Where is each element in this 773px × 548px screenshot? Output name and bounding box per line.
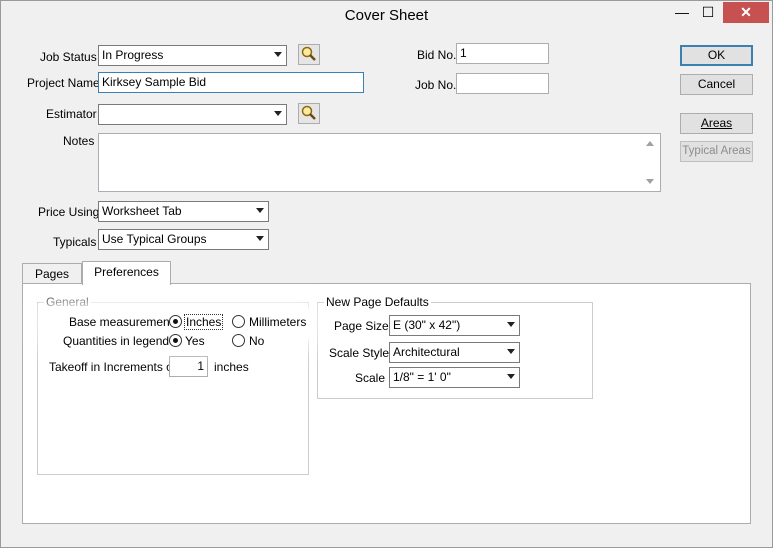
price-using-label: Price Using: [38, 205, 100, 219]
magnifier-icon: [301, 46, 316, 61]
chevron-down-icon: [507, 322, 515, 327]
quantities-yes-label[interactable]: Yes: [185, 334, 205, 348]
typical-areas-button[interactable]: Typical Areas: [680, 141, 753, 162]
notes-textarea[interactable]: [98, 133, 661, 192]
bid-no-input[interactable]: 1: [456, 43, 549, 64]
job-status-lookup-button[interactable]: [298, 44, 320, 65]
title-bar[interactable]: Cover Sheet — ☐ ✕: [1, 1, 772, 32]
chevron-down-icon: [274, 52, 282, 57]
quantities-no-radio[interactable]: [232, 334, 245, 347]
job-status-value: In Progress: [102, 48, 164, 62]
scale-dropdown[interactable]: 1/8" = 1' 0": [389, 367, 520, 388]
quantities-no-label[interactable]: No: [249, 334, 264, 348]
typicals-value: Use Typical Groups: [102, 232, 207, 246]
page-defaults-group-title: New Page Defaults: [324, 295, 431, 309]
scale-style-label: Scale Style: [329, 346, 390, 360]
maximize-button[interactable]: ☐: [695, 2, 721, 23]
page-size-dropdown[interactable]: E (30" x 42"): [389, 315, 520, 336]
scale-style-value: Architectural: [393, 345, 460, 359]
page-size-label: Page Size: [334, 319, 389, 333]
project-name-input[interactable]: Kirksey Sample Bid: [98, 72, 364, 93]
job-status-dropdown[interactable]: In Progress: [98, 45, 287, 66]
estimator-lookup-button[interactable]: [298, 103, 320, 124]
chevron-down-icon: [256, 236, 264, 241]
notes-label: Notes: [63, 134, 95, 148]
close-button[interactable]: ✕: [723, 2, 769, 23]
scale-value: 1/8" = 1' 0": [393, 370, 451, 384]
quantities-yes-radio[interactable]: [169, 334, 182, 347]
base-measurement-label: Base measurement:: [69, 315, 177, 329]
scroll-down-icon[interactable]: [646, 179, 654, 184]
scale-style-dropdown[interactable]: Architectural: [389, 342, 520, 363]
inches-radio[interactable]: [169, 315, 182, 328]
window-title: Cover Sheet: [344, 7, 429, 24]
job-no-input[interactable]: [456, 73, 549, 94]
project-name-label: Project Name: [27, 76, 100, 90]
scale-label: Scale: [355, 371, 386, 385]
inches-radio-label[interactable]: Inches: [183, 314, 224, 330]
chevron-down-icon: [256, 208, 264, 213]
tab-pages[interactable]: Pages: [22, 263, 82, 285]
cancel-button[interactable]: Cancel: [680, 74, 753, 95]
magnifier-icon: [301, 105, 316, 120]
chevron-down-icon: [507, 374, 515, 379]
takeoff-increment-input[interactable]: 1: [169, 356, 208, 377]
page-defaults-group: New Page Defaults Page Size E (30" x 42"…: [317, 295, 593, 399]
typicals-label: Typicals: [53, 235, 97, 249]
bid-no-label: Bid No.: [417, 48, 457, 62]
takeoff-unit-label: inches: [214, 360, 249, 374]
areas-button[interactable]: Areas: [680, 113, 753, 134]
chevron-down-icon: [274, 111, 282, 116]
price-using-dropdown[interactable]: Worksheet Tab: [98, 201, 269, 222]
page-size-value: E (30" x 42"): [393, 318, 461, 332]
typicals-dropdown[interactable]: Use Typical Groups: [98, 229, 269, 250]
chevron-down-icon: [507, 349, 515, 354]
millimeters-radio-label[interactable]: Millimeters: [249, 315, 306, 329]
notes-scrollbar[interactable]: [642, 135, 659, 190]
quantities-legend-label: Quantities in legend?: [63, 334, 176, 348]
ok-button[interactable]: OK: [680, 45, 753, 66]
job-status-label: Job Status: [40, 50, 97, 64]
minimize-button[interactable]: —: [669, 2, 695, 23]
cover-sheet-window: Cover Sheet — ☐ ✕ Job Status In Progress…: [0, 0, 773, 548]
estimator-dropdown[interactable]: [98, 104, 287, 125]
tab-preferences[interactable]: Preferences: [82, 261, 171, 285]
dialog-client-area: Job Status In Progress Project Name Kirk…: [9, 32, 764, 541]
scroll-up-icon[interactable]: [646, 141, 654, 146]
takeoff-label: Takeoff in Increments of: [49, 360, 177, 374]
job-no-label: Job No.: [415, 78, 457, 92]
price-using-value: Worksheet Tab: [102, 204, 182, 218]
millimeters-radio[interactable]: [232, 315, 245, 328]
estimator-label: Estimator: [46, 107, 97, 121]
